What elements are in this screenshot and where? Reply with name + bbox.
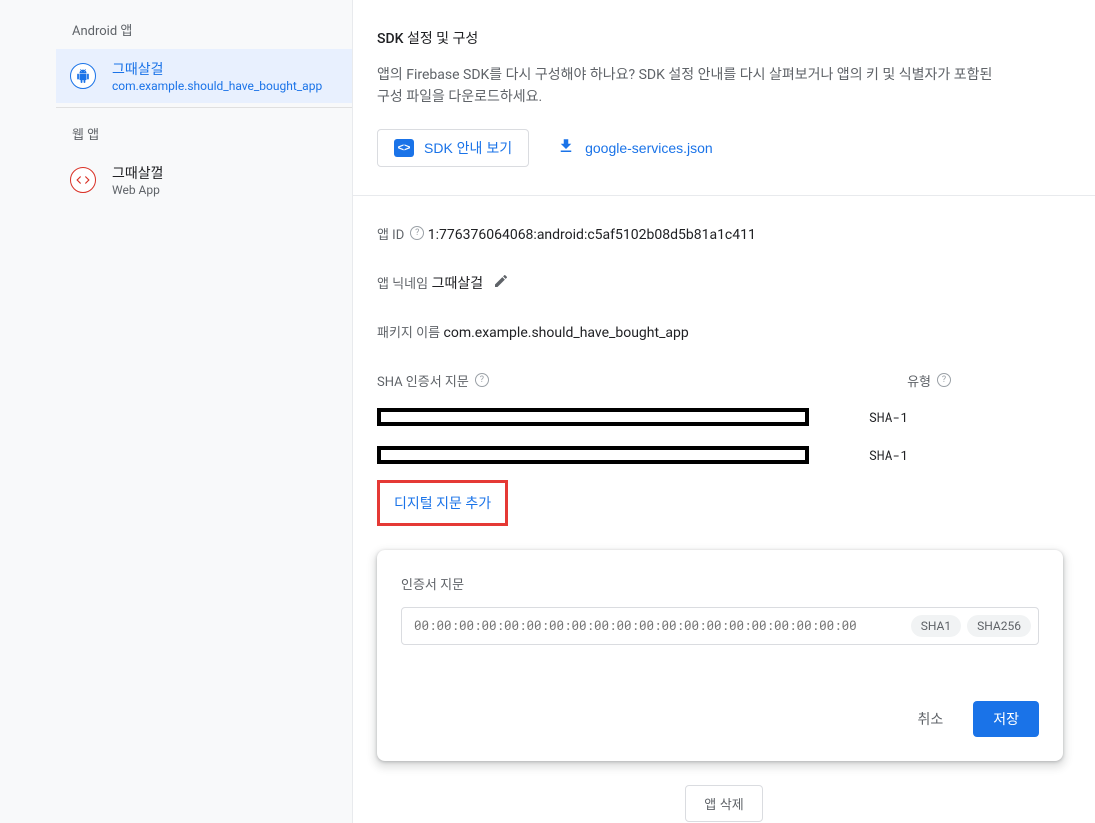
sidebar: Android 앱 그때살걸 com.example.should_have_b… xyxy=(0,0,352,823)
help-icon[interactable]: ? xyxy=(410,226,424,240)
fingerprint-form-label: 인증서 지문 xyxy=(401,574,1039,593)
main-content: SDK 설정 및 구성 앱의 Firebase SDK를 다시 구성해야 하나요… xyxy=(352,0,1095,823)
sha-type-header: 유형 ? xyxy=(907,371,951,390)
sidebar-item-subtitle: com.example.should_have_bought_app xyxy=(112,79,322,93)
nickname-label: 앱 닉네임 xyxy=(377,273,428,292)
divider xyxy=(353,195,1095,196)
sidebar-header-android: Android 앱 xyxy=(56,8,352,49)
download-json-label: google-services.json xyxy=(585,140,713,156)
sha-type-value: SHA-1 xyxy=(869,408,908,426)
sidebar-item-android-app[interactable]: 그때살걸 com.example.should_have_bought_app xyxy=(56,49,352,103)
sha-fingerprint-redacted xyxy=(377,446,809,464)
sha-row: SHA-1 xyxy=(377,446,1071,464)
sha-type-value: SHA-1 xyxy=(869,446,908,464)
edit-icon[interactable] xyxy=(493,273,509,293)
divider xyxy=(56,107,352,108)
sdk-guide-label: SDK 안내 보기 xyxy=(424,138,512,158)
download-icon xyxy=(557,137,575,158)
help-icon[interactable]: ? xyxy=(937,373,951,387)
sidebar-header-web: 웹 앱 xyxy=(56,112,352,153)
chip-sha1: SHA1 xyxy=(911,615,961,637)
sha-row: SHA-1 xyxy=(377,408,1071,426)
add-fingerprint-highlight: 디지털 지문 추가 xyxy=(377,480,508,526)
sidebar-item-web-app[interactable]: 그때살껄 Web App xyxy=(56,153,352,207)
android-icon xyxy=(70,63,96,89)
sdk-guide-button[interactable]: <> SDK 안내 보기 xyxy=(377,129,529,167)
sidebar-item-title: 그때살껄 xyxy=(112,163,164,183)
app-id-value: 1:776376064068:android:c5af5102b08d5b81a… xyxy=(428,227,756,243)
sha-fingerprint-redacted xyxy=(377,408,809,426)
sidebar-item-title: 그때살걸 xyxy=(112,59,322,79)
code-icon: <> xyxy=(394,139,414,157)
sdk-section-title: SDK 설정 및 구성 xyxy=(377,28,1071,48)
delete-app-button[interactable]: 앱 삭제 xyxy=(685,785,763,822)
sha-label: SHA 인증서 지문 ? xyxy=(377,371,489,390)
app-id-label: 앱 ID ? xyxy=(377,224,424,243)
package-value: com.example.should_have_bought_app xyxy=(444,325,689,341)
add-fingerprint-button[interactable]: 디지털 지문 추가 xyxy=(394,496,491,512)
chip-sha256: SHA256 xyxy=(967,615,1031,637)
fingerprint-form-card: 인증서 지문 SHA1 SHA256 취소 저장 xyxy=(377,550,1063,761)
save-button[interactable]: 저장 xyxy=(973,701,1039,737)
sidebar-item-subtitle: Web App xyxy=(112,183,164,197)
help-icon[interactable]: ? xyxy=(475,373,489,387)
sdk-section-desc: 앱의 Firebase SDK를 다시 구성해야 하나요? SDK 설정 안내를… xyxy=(377,64,997,109)
web-icon xyxy=(70,167,96,193)
package-label: 패키지 이름 xyxy=(377,322,440,341)
nickname-value: 그때살걸 xyxy=(432,273,484,293)
download-json-button[interactable]: google-services.json xyxy=(553,129,717,166)
cancel-button[interactable]: 취소 xyxy=(899,701,961,737)
